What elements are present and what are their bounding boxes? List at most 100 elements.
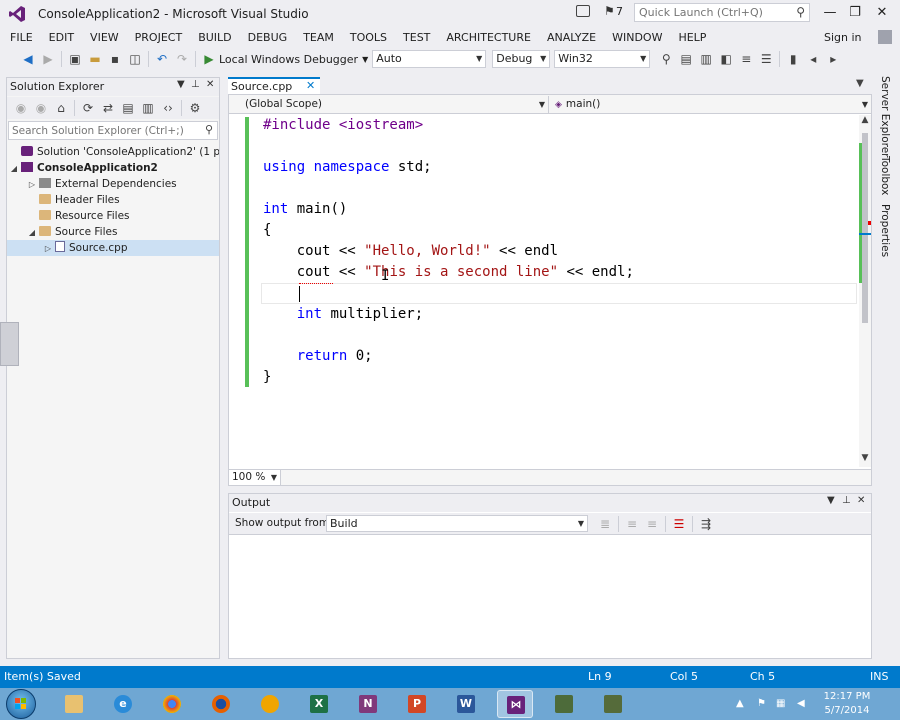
code-view-icon[interactable]: ‹›	[160, 100, 176, 116]
tree-item-solution[interactable]: Solution 'ConsoleApplication2' (1 projec…	[7, 144, 219, 160]
solution-search-box[interactable]: ⚲	[8, 121, 218, 140]
find-message-icon[interactable]: ≡	[624, 516, 640, 532]
taskbar-powerpoint[interactable]: P	[399, 690, 435, 718]
save-icon[interactable]: ▪	[107, 51, 123, 67]
menu-help[interactable]: HELP	[670, 28, 714, 48]
taskbar-excel[interactable]: X	[301, 690, 337, 718]
collapsed-arrow-icon[interactable]: ▷	[43, 241, 53, 256]
taskbar-explorer[interactable]	[56, 690, 92, 718]
solution-platform-combo[interactable]: Win32 ▼	[554, 50, 651, 68]
menu-analyze[interactable]: ANALYZE	[539, 28, 604, 48]
restore-button[interactable]: ❐	[843, 3, 867, 23]
taskbar-firefox[interactable]	[203, 690, 239, 718]
toolbar-extra-icon[interactable]: ▥	[698, 51, 714, 67]
menu-team[interactable]: TEAM	[295, 28, 342, 48]
tab-list-dropdown-icon[interactable]: ▼	[856, 78, 864, 89]
code-editor[interactable]: (Global Scope) ▼ ◈ main() ▼ #include <iostr…	[228, 94, 872, 486]
tab-properties[interactable]: Properties	[877, 204, 891, 257]
menu-build[interactable]: BUILD	[190, 28, 239, 48]
menu-architecture[interactable]: ARCHITECTURE	[438, 28, 539, 48]
menu-file[interactable]: FILE	[2, 28, 41, 48]
open-file-icon[interactable]: ▬	[87, 51, 103, 67]
collapse-all-icon[interactable]: ▤	[120, 100, 136, 116]
close-button[interactable]: ✕	[870, 3, 894, 23]
menu-tools[interactable]: TOOLS	[342, 28, 395, 48]
toolbar-extra-icon[interactable]: ◧	[718, 51, 734, 67]
menu-window[interactable]: WINDOW	[604, 28, 670, 48]
save-all-icon[interactable]: ◫	[127, 51, 143, 67]
member-dropdown[interactable]: ◈ main() ▼	[551, 96, 871, 113]
taskbar-app[interactable]	[546, 690, 582, 718]
taskbar-chrome[interactable]	[154, 690, 190, 718]
clock-date[interactable]: 5/7/2014	[822, 705, 872, 716]
notification-flag-icon[interactable]: ⚑	[604, 4, 615, 18]
vertical-scrollbar[interactable]: ▲ ▼	[859, 115, 871, 467]
pin-icon[interactable]: ⊥	[842, 495, 851, 506]
undo-icon[interactable]: ↶	[154, 51, 170, 67]
toggle-word-wrap-icon[interactable]: ⇶	[698, 516, 714, 532]
quick-launch-input[interactable]	[635, 4, 785, 21]
tree-item-project[interactable]: ◢ ConsoleApplication2	[7, 160, 219, 176]
tree-item-source-files[interactable]: ◢ Source Files	[7, 224, 219, 240]
tree-item-source-cpp[interactable]: ▷ Source.cpp	[7, 240, 219, 256]
sign-in-link[interactable]: Sign in	[824, 31, 862, 44]
feedback-icon[interactable]	[576, 5, 590, 17]
minimize-button[interactable]: —	[818, 3, 842, 23]
bookmark-icon[interactable]: ▮	[785, 51, 801, 67]
menu-debug[interactable]: DEBUG	[240, 28, 296, 48]
chevron-down-icon[interactable]: ▼	[827, 495, 835, 506]
scrollbar-thumb[interactable]	[862, 133, 868, 323]
navigate-back-icon[interactable]: ◀	[20, 51, 36, 67]
pin-icon[interactable]: ⊥	[191, 79, 200, 90]
start-debugging-icon[interactable]: ▶	[201, 51, 217, 67]
tab-source-cpp[interactable]: Source.cpp ✕	[228, 77, 320, 94]
volume-icon[interactable]: ◀	[797, 698, 805, 709]
taskbar-visual-studio[interactable]: ⋈	[497, 690, 533, 718]
start-debugger-button[interactable]: Local Windows Debugger	[219, 53, 358, 66]
expanded-arrow-icon[interactable]: ◢	[27, 225, 37, 240]
taskbar-media-player[interactable]	[252, 690, 288, 718]
clear-all-icon[interactable]: ☰	[671, 516, 687, 532]
collapsed-arrow-icon[interactable]: ▷	[27, 177, 37, 192]
toolbar-extra-icon[interactable]: ≡	[738, 51, 754, 67]
solution-configuration-combo[interactable]: Debug ▼	[492, 50, 551, 68]
output-source-dropdown[interactable]: Build ▼	[326, 515, 588, 532]
taskbar-word[interactable]: W	[448, 690, 484, 718]
expanded-arrow-icon[interactable]: ◢	[9, 161, 19, 176]
menu-project[interactable]: PROJECT	[127, 28, 191, 48]
redo-icon[interactable]: ↷	[174, 51, 190, 67]
navigate-forward-icon[interactable]: ▶	[40, 51, 56, 67]
tab-server-explorer[interactable]: Server Explorer	[877, 76, 891, 158]
clock-time[interactable]: 12:17 PM	[822, 691, 872, 702]
show-hidden-icons-icon[interactable]: ▲	[736, 698, 744, 709]
menu-view[interactable]: VIEW	[82, 28, 127, 48]
scope-dropdown[interactable]: (Global Scope) ▼	[229, 96, 549, 113]
refresh-icon[interactable]: ⇄	[100, 100, 116, 116]
show-all-files-icon[interactable]: ▥	[140, 100, 156, 116]
find-icon[interactable]: ⚲	[658, 51, 674, 67]
properties-icon[interactable]: ⚙	[187, 100, 203, 116]
menu-test[interactable]: TEST	[395, 28, 438, 48]
next-message-icon[interactable]: ≡	[644, 516, 660, 532]
bookmark-prev-icon[interactable]: ◂	[805, 51, 821, 67]
user-account-icon[interactable]	[878, 30, 892, 44]
taskbar-internet-explorer[interactable]: e	[105, 690, 141, 718]
back-icon[interactable]: ◉	[13, 100, 29, 116]
start-button[interactable]	[6, 689, 36, 719]
close-tab-icon[interactable]: ✕	[306, 79, 315, 92]
toolbar-extra-icon[interactable]: ☰	[758, 51, 774, 67]
close-icon[interactable]: ✕	[857, 495, 865, 506]
go-to-previous-message-icon[interactable]: ≣	[597, 516, 613, 532]
action-center-flag-icon[interactable]: ⚑	[757, 698, 766, 709]
sync-icon[interactable]: ⟳	[80, 100, 96, 116]
debug-target-combo[interactable]: Auto ▼	[372, 50, 487, 68]
zoom-dropdown[interactable]: 100 % ▼	[229, 470, 281, 485]
chevron-down-icon[interactable]: ▼	[362, 55, 368, 64]
forward-icon[interactable]: ◉	[33, 100, 49, 116]
network-icon[interactable]: ▦	[776, 698, 785, 709]
solution-search-input[interactable]	[9, 122, 189, 139]
tab-toolbox[interactable]: Toolbox	[877, 156, 891, 195]
scroll-up-icon[interactable]: ▲	[859, 115, 871, 127]
chevron-down-icon[interactable]: ▼	[177, 79, 185, 90]
quick-launch-box[interactable]: ⚲	[634, 3, 810, 22]
